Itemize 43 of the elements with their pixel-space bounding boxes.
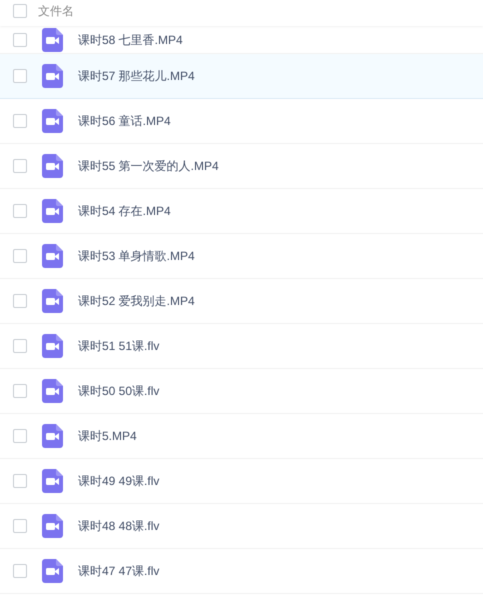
- video-file-icon: [42, 64, 63, 88]
- file-name: 课时55 第一次爱的人.MP4: [78, 158, 219, 175]
- checkbox[interactable]: [13, 474, 27, 488]
- checkbox[interactable]: [13, 249, 27, 263]
- checkbox[interactable]: [13, 69, 27, 83]
- file-name: 课时53 单身情歌.MP4: [78, 248, 195, 265]
- file-name: 课时54 存在.MP4: [78, 203, 171, 220]
- file-name: 课时58 七里香.MP4: [78, 32, 183, 48]
- file-name: 课时56 童话.MP4: [78, 113, 171, 130]
- file-name: 课时49 49课.flv: [78, 473, 160, 490]
- checkbox[interactable]: [13, 339, 27, 353]
- video-file-icon: [42, 199, 63, 223]
- file-name: 课时47 47课.flv: [78, 563, 160, 580]
- video-file-icon: [42, 514, 63, 538]
- video-file-icon: [42, 28, 63, 52]
- checkbox[interactable]: [13, 4, 27, 18]
- checkbox[interactable]: [13, 159, 27, 173]
- column-heading: 文件名: [38, 3, 74, 20]
- video-file-icon: [42, 154, 63, 178]
- file-row[interactable]: 课时58 七里香.MP4: [0, 26, 483, 54]
- checkbox[interactable]: [13, 384, 27, 398]
- video-file-icon: [42, 334, 63, 358]
- video-file-icon: [42, 379, 63, 403]
- checkbox[interactable]: [13, 32, 27, 46]
- file-name: 课时57 那些花儿.MP4: [78, 68, 195, 85]
- video-file-icon: [42, 559, 63, 583]
- video-file-icon: [42, 469, 63, 493]
- file-row[interactable]: 课时57 那些花儿.MP4: [0, 54, 483, 99]
- checkbox[interactable]: [13, 294, 27, 308]
- video-file-icon: [42, 289, 63, 313]
- file-name: 课时48 48课.flv: [78, 518, 160, 535]
- file-name: 课时5.MP4: [78, 428, 137, 445]
- file-name: 课时52 爱我别走.MP4: [78, 293, 195, 310]
- video-file-icon: [42, 244, 63, 268]
- file-name: 课时50 50课.flv: [78, 383, 160, 400]
- video-file-icon: [42, 424, 63, 448]
- checkbox[interactable]: [13, 429, 27, 443]
- checkbox[interactable]: [13, 519, 27, 533]
- checkbox[interactable]: [13, 204, 27, 218]
- video-file-icon: [42, 109, 63, 133]
- checkbox[interactable]: [13, 564, 27, 578]
- checkbox[interactable]: [13, 114, 27, 128]
- file-name: 课时51 51课.flv: [78, 338, 160, 355]
